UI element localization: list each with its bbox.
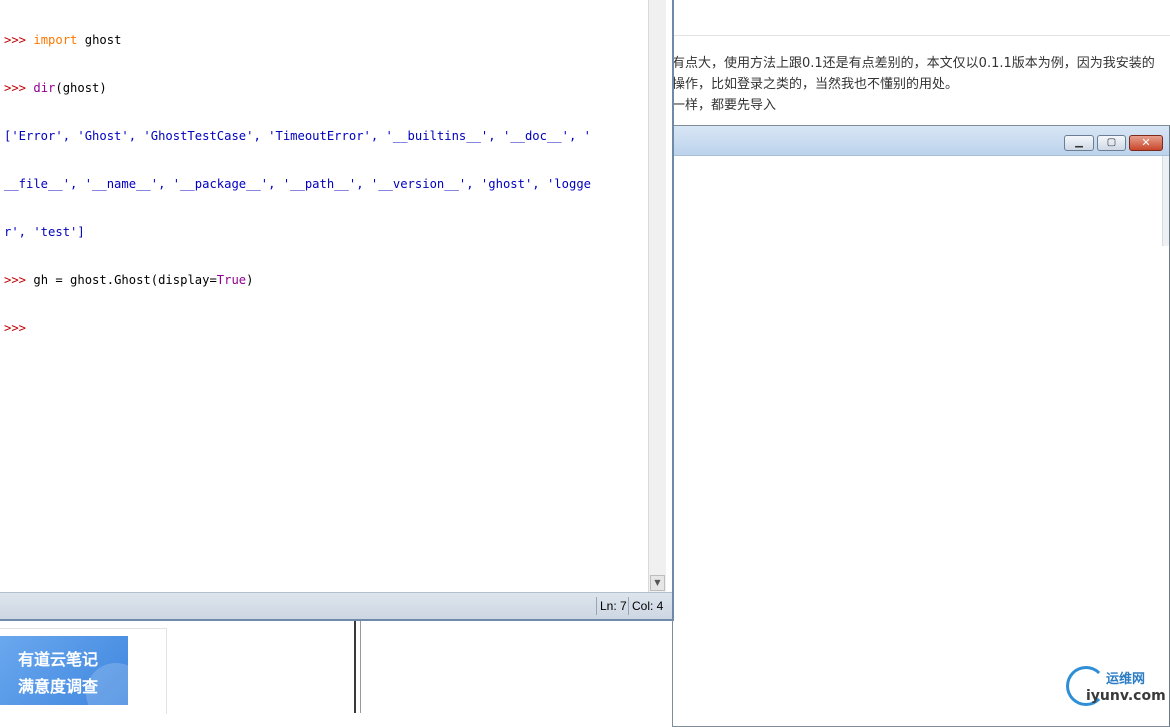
shell-output-line: r', 'test'] [4,225,85,239]
shell-line: >>> import ghost [4,32,646,48]
prompt: >>> [4,273,34,287]
article-text-line: 有点大，使用方法上跟0.1还是有点差别的，本文仅以0.1.1版本为例，因为我安装… [672,56,1155,71]
code: ghost [77,33,122,47]
python-shell-window[interactable]: >>> import ghost >>> dir(ghost) ['Error'… [0,0,674,621]
prompt: >>> [4,81,34,95]
shell-output-line: ['Error', 'Ghost', 'GhostTestCase', 'Tim… [4,129,591,143]
restore-button[interactable]: ▢ [1097,135,1126,151]
minimize-icon: ▁ [1075,137,1083,148]
prompt: >>> [4,321,34,335]
status-column-number: Col: 4 [628,597,666,615]
minimize-button[interactable]: ▁ [1064,135,1094,151]
window-titlebar[interactable]: ▁ ▢ ✕ [673,126,1169,156]
scroll-down-icon[interactable]: ▼ [650,575,665,591]
code: (ghost) [55,81,107,95]
divider [672,35,1170,36]
shell-line: >>> dir(ghost) [4,80,646,96]
divider [360,620,361,713]
scrollbar[interactable] [1162,156,1169,246]
shell-scrollbar[interactable]: ▼ [648,0,666,592]
shell-text-area[interactable]: >>> import ghost >>> dir(ghost) ['Error'… [4,0,646,590]
code: gh = ghost.Ghost(display= [33,273,217,287]
banner-line: 满意度调查 [18,677,99,696]
divider [354,620,356,713]
status-bar: Ln: 7 Col: 4 [0,592,672,619]
close-icon: ✕ [1141,136,1151,149]
builtin: dir [33,81,56,95]
keyword: import [33,33,78,47]
logo-text: 运维网 [1106,672,1146,687]
article-text-line: 一样，都要先导入 [672,98,777,113]
watermark-logo: 运维网 iyunv.com [1066,666,1170,713]
prompt: >>> [4,33,34,47]
restore-icon: ▢ [1106,137,1117,148]
article-text-line: 操作，比如登录之类的，当然我也不懂别的用处。 [672,77,959,92]
shell-line: >>> [4,320,646,336]
background-window[interactable]: ▁ ▢ ✕ [672,125,1170,727]
code: ) [246,273,254,287]
shell-output-line: __file__', '__name__', '__package__', '_… [4,177,591,191]
banner-line: 有道云笔记 [18,650,99,669]
close-button[interactable]: ✕ [1129,135,1163,151]
shell-line: >>> gh = ghost.Ghost(display=True) [4,272,646,288]
logo-url: iyunv.com [1086,688,1166,704]
survey-banner[interactable]: 有道云笔记 满意度调查 [0,636,128,705]
builtin: True [216,273,247,287]
status-line-number: Ln: 7 [596,597,630,615]
